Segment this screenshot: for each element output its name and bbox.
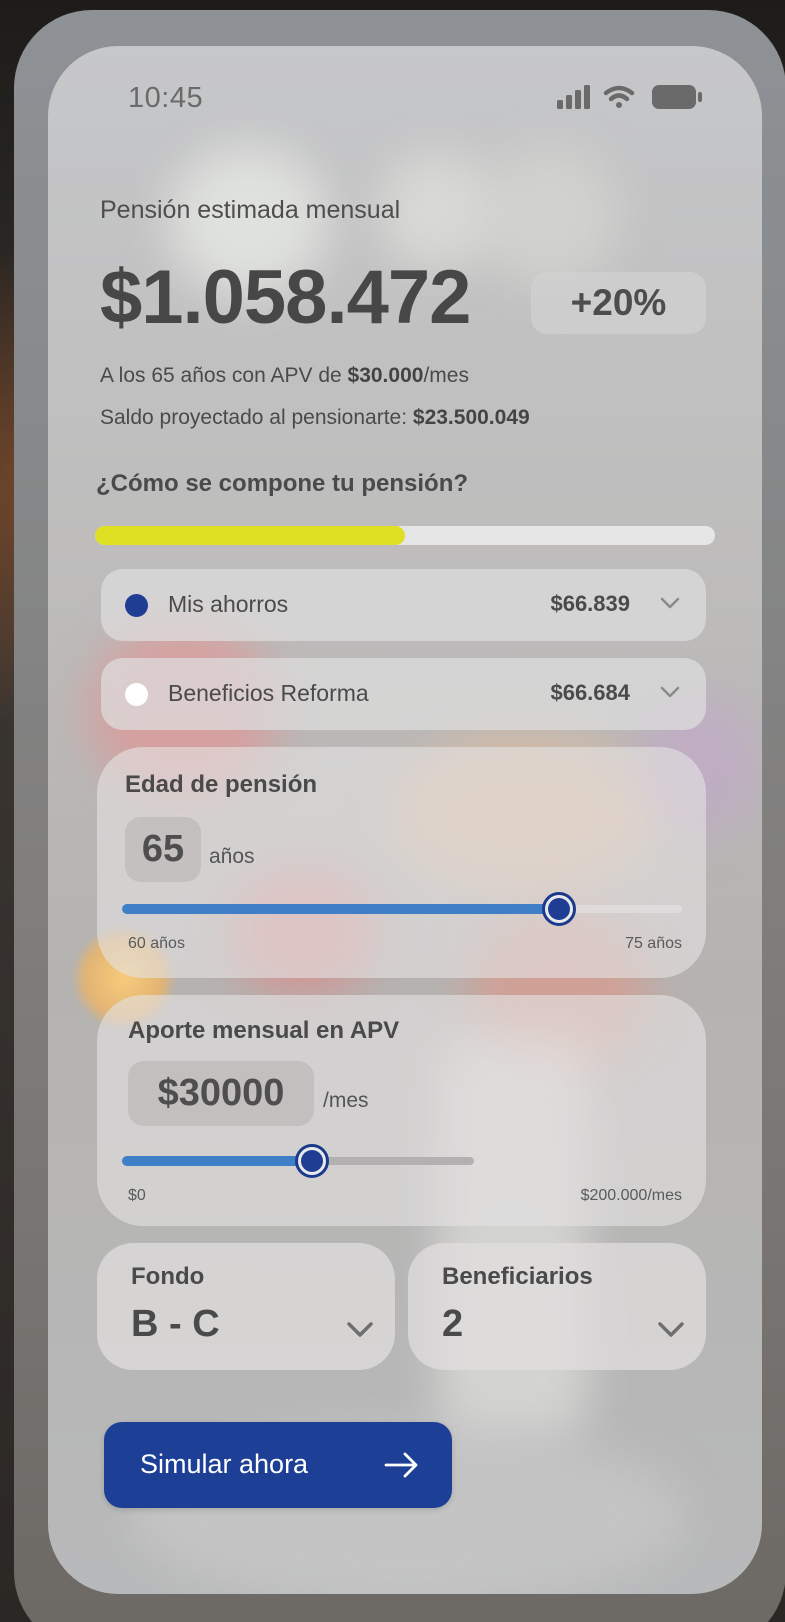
- monthly-apv-panel: Aporte mensual en APV $30000 /mes $0 $20…: [97, 995, 706, 1226]
- monthly-apv-title: Aporte mensual en APV: [128, 1017, 400, 1044]
- composition-item-reform-benefits[interactable]: Beneficios Reforma $66.684: [101, 658, 706, 730]
- retirement-age-max-label: 75 años: [625, 935, 682, 952]
- retirement-age-title: Edad de pensión: [125, 771, 318, 798]
- composition-item-value: $66.839: [550, 591, 630, 616]
- composition-item-label: Beneficios Reforma: [168, 680, 369, 706]
- composition-item-savings[interactable]: Mis ahorros $66.839: [101, 569, 706, 641]
- composition-item-label: Mis ahorros: [168, 591, 289, 617]
- status-time: 10:45: [128, 82, 204, 114]
- fund-select[interactable]: Fondo B - C: [97, 1243, 395, 1370]
- apv-summary-value: $30.000: [347, 364, 424, 387]
- simulate-button[interactable]: Simular ahora: [104, 1422, 452, 1508]
- arrow-right-icon: [384, 1452, 418, 1478]
- wifi-icon: [603, 85, 635, 108]
- savings-dot-icon: [125, 594, 148, 617]
- monthly-apv-min-label: $0: [128, 1187, 146, 1204]
- projected-balance-line: Saldo proyectado al pensionarte: $23.500…: [100, 406, 530, 430]
- fund-label: Fondo: [131, 1263, 205, 1290]
- retirement-age-min-label: 60 años: [128, 935, 185, 952]
- composition-bar: [95, 526, 715, 545]
- apv-summary-line: A los 65 años con APV de $30.000/mes: [100, 364, 469, 388]
- battery-icon: [652, 85, 702, 109]
- pension-amount: $1.058.472: [100, 255, 471, 340]
- pension-estimate-label: Pensión estimada mensual: [100, 196, 401, 224]
- beneficiaries-value: 2: [442, 1303, 464, 1345]
- fund-value: B - C: [131, 1303, 220, 1345]
- chevron-down-icon[interactable]: [345, 1315, 375, 1345]
- beneficiaries-label: Beneficiarios: [442, 1263, 593, 1290]
- cellular-signal-icon: [557, 85, 590, 109]
- retirement-age-slider-fill: [122, 904, 559, 914]
- reform-dot-icon: [125, 683, 148, 706]
- projected-balance-value: $23.500.049: [412, 406, 530, 429]
- change-badge: +20%: [531, 272, 706, 334]
- monthly-apv-slider-fill: [122, 1156, 313, 1166]
- monthly-apv-unit: /mes: [323, 1089, 369, 1112]
- retirement-age-unit: años: [209, 845, 255, 868]
- composition-item-value: $66.684: [550, 680, 630, 705]
- apv-summary-suffix: /mes: [423, 364, 469, 387]
- monthly-apv-max-label: $200.000/mes: [580, 1187, 682, 1204]
- chevron-down-icon[interactable]: [658, 680, 682, 704]
- beneficiaries-select[interactable]: Beneficiarios 2: [408, 1243, 706, 1370]
- composition-bar-fill: [95, 526, 405, 545]
- simulate-button-label: Simular ahora: [140, 1449, 309, 1479]
- retirement-age-panel: Edad de pensión 65 años 60 años 75 años: [97, 747, 706, 978]
- monthly-apv-value[interactable]: $30000: [128, 1061, 314, 1126]
- retirement-age-slider-thumb[interactable]: [541, 892, 576, 926]
- projected-balance-prefix: Saldo proyectado al pensionarte:: [100, 406, 413, 429]
- chevron-down-icon[interactable]: [658, 591, 682, 615]
- monthly-apv-slider-thumb[interactable]: [295, 1144, 330, 1178]
- apv-summary-prefix: A los 65 años con APV de: [100, 364, 348, 387]
- composition-title: ¿Cómo se compone tu pensión?: [96, 470, 469, 497]
- retirement-age-value[interactable]: 65: [125, 817, 201, 882]
- status-bar-icons: [557, 85, 702, 109]
- chevron-down-icon[interactable]: [656, 1315, 686, 1345]
